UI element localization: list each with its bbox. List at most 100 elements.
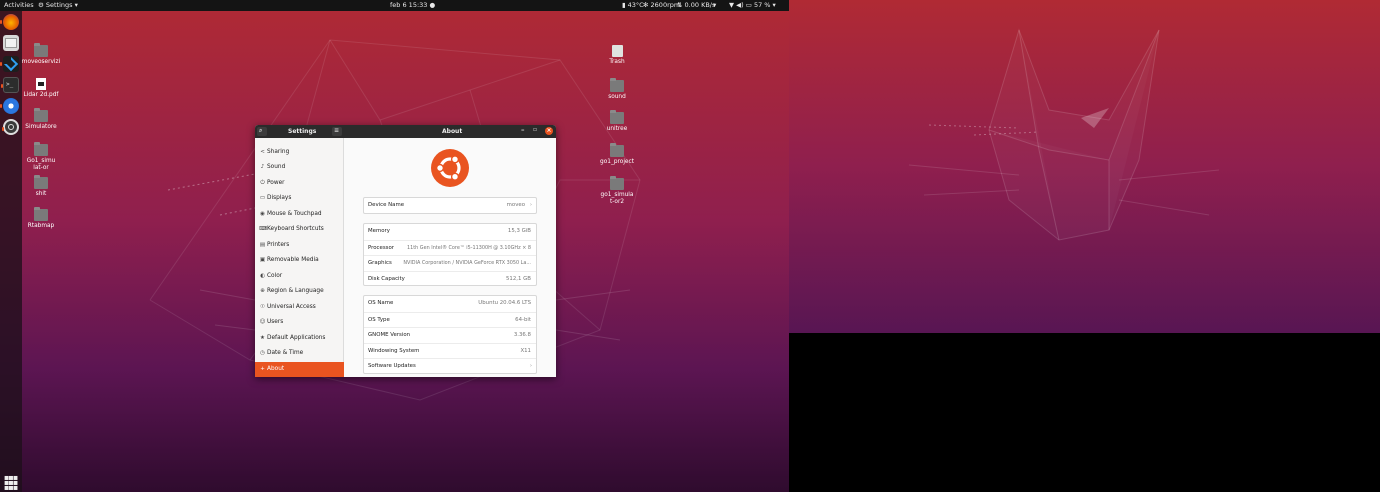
desktop-icon-simulatore[interactable]: Simulatore [19,108,63,131]
hamburger-icon: ≡ [334,127,340,134]
sidebar-item-removable-media[interactable]: ▣ Removable Media [255,253,344,268]
fan-indicator[interactable]: ✻ 2600rpm [643,1,680,10]
desktop-icon-go1-simulator[interactable]: Go1_simulat-or [19,142,63,172]
show-applications-grid-icon[interactable]: ▪▪▪ ▪▪▪ ▪▪▪ [4,474,18,492]
graphics-row: Graphics NVIDIA Corporation / NVIDIA GeF… [364,255,536,271]
sidebar-title: Settings [288,128,317,135]
sidebar-item-label: About [267,366,285,372]
desktop-icon-moveoservizi[interactable]: moveoservizi [19,43,63,66]
software-updates-row[interactable]: Software Updates › [364,358,536,374]
printer-icon: ▤ [259,242,266,248]
folder-icon [610,176,624,190]
chevron-down-icon: ▾ [74,1,78,9]
trash-icon [611,45,623,57]
desktop-icon-trash[interactable]: Trash [595,45,639,66]
sidebar-item-color[interactable]: ◐ Color [255,269,344,284]
processor-row: Processor 11th Gen Intel® Core™ i5-11300… [364,239,536,256]
os-card: OS Name Ubuntu 20.04.6 LTS OS Type 64-bi… [363,295,537,374]
desktop-icon-go1-simulator2[interactable]: go1_simulat-or2 [595,176,639,206]
row-value: moveo [506,202,525,208]
sidebar-item-label: Mouse & Touchpad [267,211,322,217]
chevron-right-icon: › [529,363,532,369]
activities-button[interactable]: Activities [4,1,34,10]
share-icon: < [260,149,265,155]
system-menu[interactable]: ▼ ◀) ▭ 57 % ▾ [729,1,776,10]
up-down-arrows-icon: ⇅ [677,1,683,9]
desktop-icon-rtabmap[interactable]: Rtabmap [19,207,63,230]
desktop-icon-go1-project[interactable]: go1_project [595,143,639,166]
media-icon: ▣ [259,257,266,263]
row-value: NVIDIA Corporation / NVIDIA GeForce RTX … [403,260,531,266]
sidebar-item-power[interactable]: ⏻ Power [255,176,344,191]
row-label: Memory [368,228,390,234]
desktop-icon-label: Go1_simulat-or [26,158,56,171]
close-button[interactable]: × [545,127,553,135]
desktop-icon-label: moveoservizi [21,59,61,65]
folder-icon [34,108,48,122]
keyboard-icon: ⌨ [259,226,267,232]
row-label: Software Updates [368,363,416,369]
sidebar-item-label: Power [267,180,285,186]
sidebar-item-date-time[interactable]: ◷ Date & Time [255,346,344,361]
sidebar-item-universal-access[interactable]: ☉ Universal Access [255,300,344,315]
desktop-icon-unitree[interactable]: unitree [595,110,639,133]
top-bar: Activities ⚙ Settings ▾ feb 6 15:33 ● ▮ … [0,0,789,11]
settings-window: ⌕ Settings ≡ About – ▫ × < Sharing ♪ Sou… [255,125,556,377]
disk-capacity-row: Disk Capacity 512,1 GB [364,270,536,287]
desktop-icon-label: Trash [609,59,625,65]
desktop-icon-sound[interactable]: sound [595,78,639,101]
network-speed-indicator[interactable]: ⇅ 0.00 KB/s [677,1,715,10]
chevron-down-icon: ▾ [772,1,776,9]
temperature-label: 43°C [627,1,644,9]
device-name-row[interactable]: Device Name moveo › [364,198,536,214]
row-label: GNOME Version [368,332,411,338]
row-label: Processor [368,244,394,251]
window-titlebar[interactable]: ⌕ Settings ≡ About – ▫ × [255,125,556,138]
vscode-icon[interactable] [0,56,19,72]
maximize-button[interactable]: ▫ [533,126,537,133]
sidebar-item-label: Sharing [267,149,290,155]
sidebar-item-sound[interactable]: ♪ Sound [255,160,344,175]
fan-icon: ✻ [643,1,649,9]
sidebar-item-keyboard-shortcuts[interactable]: ⌨ Keyboard Shortcuts [255,222,344,237]
sidebar-item-default-applications[interactable]: ★ Default Applications [255,331,344,346]
sidebar-item-displays[interactable]: ▭ Displays [255,191,344,206]
app-menu[interactable]: ⚙ Settings ▾ [38,1,78,10]
search-button[interactable]: ⌕ [257,127,267,136]
terminal-prompt-icon: >_ [6,81,14,88]
os-type-row: OS Type 64-bit [364,311,536,328]
sidebar-item-label: Default Applications [267,335,326,341]
sidebar-item-users[interactable]: ☺ Users [255,315,344,330]
firefox-icon[interactable] [0,14,19,30]
files-icon[interactable] [3,35,19,51]
clock[interactable]: feb 6 15:33 ● [390,1,435,10]
settings-icon[interactable] [2,119,19,135]
memory-row: Memory 15,3 GiB [364,224,536,240]
sidebar-item-mouse-touchpad[interactable]: ◉ Mouse & Touchpad [255,207,344,222]
chromium-icon[interactable] [0,98,19,114]
row-label: Disk Capacity [368,275,405,282]
row-label: OS Name [368,300,394,306]
desktop-icon-label: Rtabmap [27,223,55,229]
temperature-indicator[interactable]: ▮ 43°C [622,1,644,10]
row-value: 512,1 GB [505,275,531,282]
windowing-system-row: Windowing System X11 [364,342,536,359]
users-icon: ☺ [259,319,266,325]
desktop-icon-lidar-pdf[interactable]: Lidar 2d.pdf [19,78,63,99]
ubuntu-logo-mark [435,155,461,181]
chevron-right-icon: › [529,202,532,208]
sidebar-item-label: Removable Media [267,257,319,263]
folder-icon [610,78,624,92]
folder-icon [34,142,48,156]
sidebar-item-sharing[interactable]: < Sharing [255,145,344,160]
dot-icon: ● [429,1,436,9]
hamburger-menu-button[interactable]: ≡ [332,127,342,136]
tray-menu-indicator[interactable]: ▾ [713,1,716,10]
sidebar-item-label: Universal Access [267,304,316,310]
desktop-icon-shit[interactable]: shit [19,175,63,198]
terminal-icon[interactable]: >_ [1,77,19,93]
sidebar-item-printers[interactable]: ▤ Printers [255,238,344,253]
sidebar-item-about[interactable]: + About [255,362,344,377]
sidebar-item-region-language[interactable]: ⊕ Region & Language [255,284,344,299]
minimize-button[interactable]: – [521,126,525,134]
